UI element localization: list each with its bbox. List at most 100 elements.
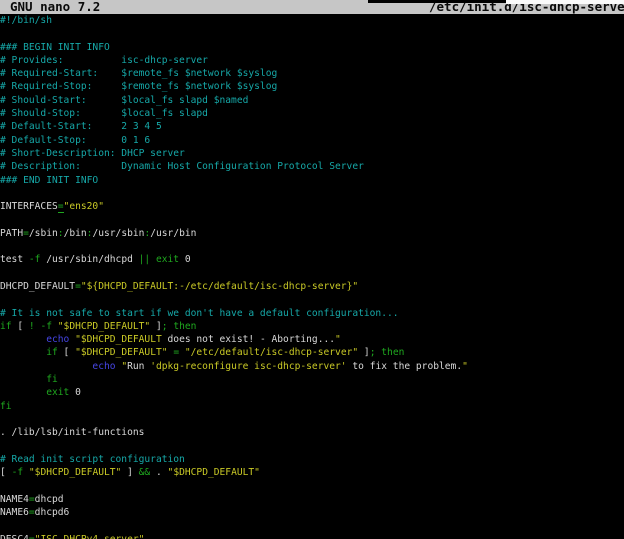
code-token: then [173,321,196,332]
editor-line: if [ "$DHCPD_DEFAULT" = "/etc/default/is… [0,346,624,359]
code-token: && [139,467,151,478]
editor-line [0,413,624,426]
editor-line [0,213,624,226]
code-token: "${DHCPD_DEFAULT:-/etc/default/isc-dhcp-… [81,281,358,292]
code-token: "ens20" [64,201,104,212]
code-token: 0 [179,254,191,265]
editor-line [0,267,624,280]
editor-line: ### END INIT INFO [0,174,624,187]
code-token: # Required-Start: $remote_fs $network $s… [0,68,277,79]
editor-line: # Provides: isc-dhcp-server [0,54,624,67]
code-token: DESC4 [0,534,29,539]
code-token: /usr/sbin/dhcpd [40,254,138,265]
code-token: [ [58,347,75,358]
code-token: fi [46,374,58,385]
editor-line: DHCPD_DEFAULT="${DHCPD_DEFAULT:-/etc/def… [0,280,624,293]
code-token: NAME4 [0,494,29,505]
code-token: /sbin [29,228,58,239]
editor-line [0,519,624,532]
editor-line: [ -f "$DHCPD_DEFAULT" ] && . "$DHCPD_DEF… [0,466,624,479]
editor-line: NAME4=dhcpd [0,493,624,506]
editor-line: if [ ! -f "$DHCPD_DEFAULT" ]; then [0,320,624,333]
screen-artifact-black [368,0,506,3]
editor-line: exit 0 [0,386,624,399]
editor-line: # Description: Dynamic Host Configuratio… [0,160,624,173]
code-token: # It is not safe to start if we don't ha… [0,308,399,319]
editor-line: echo "$DHCPD_DEFAULT does not exist! - A… [0,333,624,346]
editor-line: # Default-Start: 2 3 4 5 [0,120,624,133]
code-token: ] [121,467,138,478]
terminal-window: GNU nano 7.2 /etc/init.d/isc-dhcp-server… [0,0,624,539]
code-token [0,361,92,372]
code-token: NAME6 [0,507,29,518]
editor-area[interactable]: #!/bin/sh ### BEGIN INIT INFO # Provides: … [0,14,624,539]
code-token: DHCPD_DEFAULT [0,281,75,292]
editor-line: . /lib/lsb/init-functions [0,426,624,439]
code-token: "$DHCPD_DEFAULT" [168,467,260,478]
editor-line: NAME6=dhcpd6 [0,506,624,519]
app-version-label: GNU nano 7.2 [10,0,100,14]
code-token: " [462,361,468,372]
editor-line: # Required-Stop: $remote_fs $network $sy… [0,80,624,93]
code-token: echo [92,361,115,372]
code-token: INTERFACES [0,201,58,212]
code-token: echo [46,334,69,345]
editor-line [0,27,624,40]
editor-line: # Required-Start: $remote_fs $network $s… [0,67,624,80]
editor-line: test -f /usr/sbin/dhcpd || exit 0 [0,253,624,266]
editor-line: ### BEGIN INIT INFO [0,41,624,54]
code-token: "$DHCPD_DEFAULT" [75,347,167,358]
code-token: # Should-Start: $local_fs slapd $named [0,95,248,106]
code-token: . /lib/lsb/init-functions [0,427,144,438]
editor-line [0,293,624,306]
code-token: /usr/bin [150,228,196,239]
editor-line: DESC4="ISC DHCPv4 server" [0,533,624,539]
code-token: # Short-Description: DHCP server [0,148,185,159]
editor-line: PATH=/sbin:/bin:/usr/sbin:/usr/bin [0,227,624,240]
screen-artifact-white [506,0,624,4]
editor-line: # Should-Stop: $local_fs slapd [0,107,624,120]
code-token [0,334,46,345]
code-token: # Required-Stop: $remote_fs $network $sy… [0,81,277,92]
code-token: Run [127,361,150,372]
editor-line: echo " Run 'dpkg-reconfigure isc-dhcp-ser… [0,360,624,373]
code-token: # Should-Stop: $local_fs slapd [0,108,208,119]
code-token: "$DHCPD_DEFAULT" [29,467,121,478]
code-token: then [381,347,404,358]
editor-line: fi [0,373,624,386]
code-token: ] [150,321,162,332]
editor-line: # Default-Stop: 0 1 6 [0,134,624,147]
editor-line [0,187,624,200]
editor-line [0,479,624,492]
code-token: 'dpkg-reconfigure isc-dhcp-server' [150,361,346,372]
editor-line: #!/bin/sh [0,14,624,27]
code-token: ] [358,347,370,358]
code-token: || exit [139,254,179,265]
code-token: dhcpd [35,494,64,505]
code-token: -f [12,467,24,478]
code-token: [ [12,321,29,332]
code-token: ### BEGIN INIT INFO [0,42,110,53]
code-token: "ISC DHCPv4 server" [35,534,145,539]
code-token: [ [0,467,12,478]
code-token: PATH [0,228,23,239]
code-token: exit [46,387,69,398]
code-token: #!/bin/sh [0,15,52,26]
code-token: "/etc/default/isc-dhcp-server" [185,347,358,358]
code-token: does not exist! - Aborting... [162,334,335,345]
code-token: ### END INIT INFO [0,175,98,186]
editor-line: # Should-Start: $local_fs slapd $named [0,94,624,107]
code-token: "$DHCPD_DEFAULT" [58,321,150,332]
code-token [0,374,46,385]
code-token: 0 [69,387,81,398]
code-token: # Default-Stop: 0 1 6 [0,135,150,146]
code-token: /bin [64,228,87,239]
code-token: # Description: Dynamic Host Configuratio… [0,161,364,172]
editor-line [0,440,624,453]
editor-line [0,240,624,253]
code-token: to fix the problem. [347,361,463,372]
editor-line: # It is not safe to start if we don't ha… [0,307,624,320]
editor-line: INTERFACES="ens20" [0,200,624,213]
code-token: # Read init script configuration [0,454,185,465]
code-token: # Provides: isc-dhcp-server [0,55,208,66]
